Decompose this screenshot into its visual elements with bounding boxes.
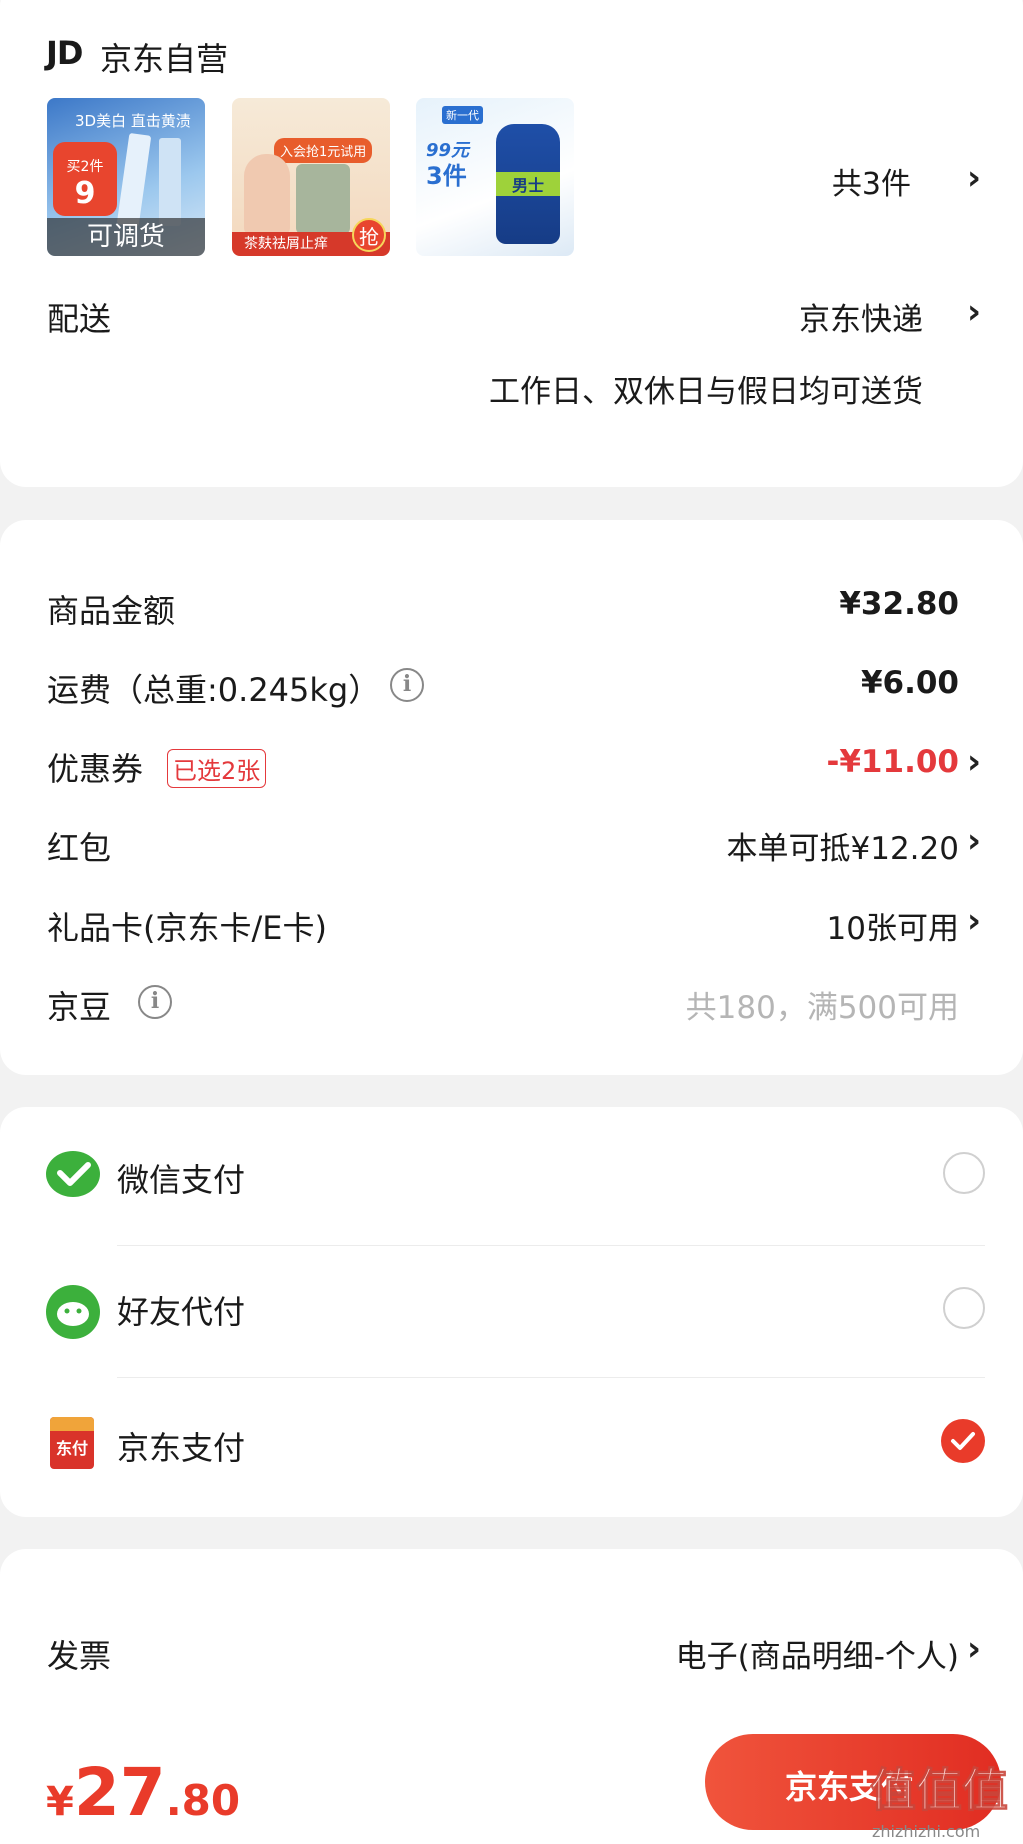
jd-beans-label: 京豆: [47, 988, 112, 1026]
jd-beans-value: 共180，满500可用: [685, 990, 959, 1026]
divider: [117, 1377, 985, 1378]
gift-card-value[interactable]: 10张可用: [827, 903, 959, 948]
chevron-right-icon[interactable]: ›: [967, 901, 981, 941]
payment-option-friend[interactable]: 好友代付: [0, 1247, 1023, 1377]
wechat-pay-radio[interactable]: [943, 1152, 985, 1194]
payment-methods-card: 微信支付 好友代付 东付 京东支付: [0, 1107, 1023, 1517]
shipping-value: ¥6.00: [860, 665, 959, 701]
store-name[interactable]: 京东自营: [100, 34, 228, 80]
price-integer: 27: [73, 1754, 166, 1831]
order-items-card: JD 京东自营 3D美白 直击黄渍 买2件 9 可调货 入会抢1元试用 茶麸祛屑…: [0, 0, 1023, 487]
adjustable-badge: 可调货: [47, 218, 205, 256]
grab-badge: 抢: [352, 218, 386, 252]
delivery-note: 工作日、双休日与假日均可送货: [489, 374, 923, 410]
coupon-value[interactable]: -¥11.00: [827, 744, 960, 780]
jd-pay-icon: 东付: [50, 1417, 94, 1469]
info-icon[interactable]: i: [138, 985, 172, 1019]
friend-pay-icon: [46, 1285, 100, 1339]
chevron-right-icon[interactable]: ›: [967, 742, 981, 782]
chevron-right-icon[interactable]: ›: [967, 158, 981, 198]
goods-amount-value: ¥32.80: [839, 586, 959, 622]
promo-circle: 买2件 9: [53, 142, 117, 216]
payment-option-wechat[interactable]: 微信支付: [0, 1107, 1023, 1239]
gift-card-label: 礼品卡(京东卡/E卡): [47, 909, 327, 947]
watermark-domain: zhizhizhi.com: [872, 1822, 981, 1841]
delivery-method[interactable]: 京东快递: [799, 294, 923, 339]
total-price: ¥27.80: [46, 1754, 240, 1831]
jd-logo: JD: [46, 34, 83, 72]
product-thumbnail[interactable]: 新一代 99元 3件 男士: [416, 98, 574, 256]
coupon-label: 优惠券: [47, 750, 144, 788]
product-thumbnail[interactable]: 入会抢1元试用 茶麸祛屑止痒 抢: [232, 98, 390, 256]
invoice-value[interactable]: 电子(商品明细-个人): [676, 1631, 959, 1676]
checkout-bar: ¥27.80 京东支付 值值值 zhizhizhi.com: [0, 1714, 1023, 1844]
toothpaste-image: [116, 132, 152, 228]
wechat-pay-label: 微信支付: [117, 1161, 246, 1199]
delivery-label: 配送: [47, 300, 112, 338]
shampoo-bottle-image: [296, 164, 350, 234]
jd-pay-label: 京东支付: [117, 1429, 246, 1467]
chevron-right-icon[interactable]: ›: [967, 292, 981, 332]
watermark: 值值值: [870, 1763, 1009, 1818]
chevron-right-icon[interactable]: ›: [967, 821, 981, 861]
wechat-pay-icon: [46, 1151, 100, 1197]
price-decimal: .80: [165, 1776, 241, 1825]
red-packet-value[interactable]: 本单可抵¥12.20: [727, 823, 959, 868]
checkmark-icon[interactable]: [941, 1419, 985, 1463]
price-summary-card: 商品金额 ¥32.80 运费（总重:0.245kg） i ¥6.00 优惠券 已…: [0, 520, 1023, 1075]
red-packet-label: 红包: [47, 829, 112, 867]
info-icon[interactable]: i: [390, 668, 424, 702]
divider: [117, 1245, 985, 1246]
coupon-selected-badge: 已选2张: [167, 749, 267, 788]
friend-pay-label: 好友代付: [117, 1293, 246, 1331]
invoice-label: 发票: [47, 1637, 112, 1675]
product-thumbnail[interactable]: 3D美白 直击黄渍 买2件 9 可调货: [47, 98, 205, 256]
shampoo-bottle-image: 男士: [496, 124, 560, 244]
shipping-label: 运费（总重:0.245kg）: [47, 671, 381, 709]
chevron-right-icon[interactable]: ›: [967, 1629, 981, 1669]
currency-symbol: ¥: [46, 1779, 74, 1825]
payment-option-jdpay[interactable]: 东付 京东支付: [0, 1379, 1023, 1511]
toothpaste-image: [159, 138, 181, 226]
goods-amount-label: 商品金额: [47, 592, 176, 630]
friend-pay-radio[interactable]: [943, 1287, 985, 1329]
model-image: [244, 154, 290, 234]
item-count[interactable]: 共3件: [832, 159, 911, 203]
